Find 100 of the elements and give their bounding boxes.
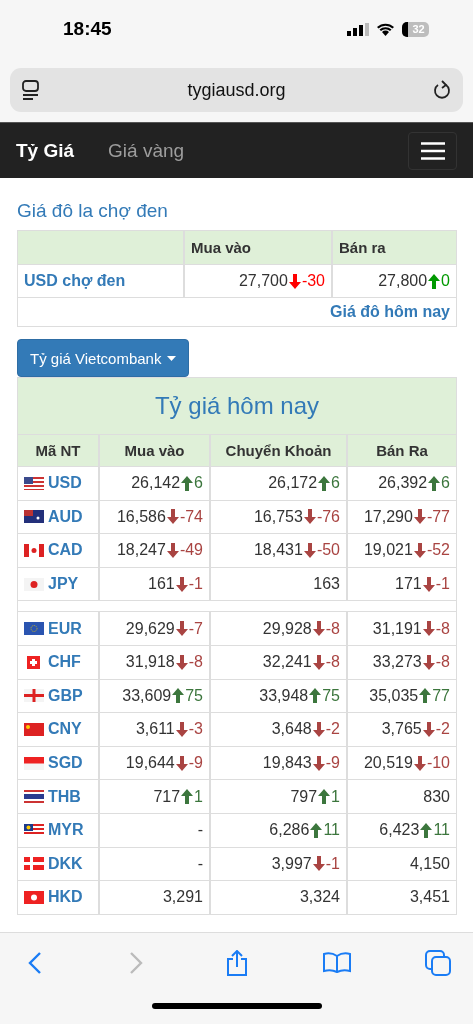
rate-change: -9 [188,754,203,773]
flag-icon [24,823,44,837]
rate-value: 32,241 [262,653,312,672]
rate-value: 16,586 [116,507,166,526]
rate-change: -2 [325,720,340,739]
rate-change: -30 [301,272,325,290]
rate-value: 26,392 [378,474,428,493]
table-title: Tỷ giá hôm nay [154,392,320,420]
currency-code[interactable]: MYR [48,821,84,840]
rate-change: -2 [435,720,450,739]
currency-code[interactable]: DKK [48,854,83,873]
rate-value: 19,021 [363,541,413,560]
reload-icon[interactable] [433,80,451,100]
currency-code[interactable]: CHF [48,653,81,672]
currency-code[interactable]: SGD [48,754,83,773]
rate-value: 35,035 [369,686,419,705]
rate-value: 20,519 [363,754,413,773]
rate-value: 161 [148,575,175,594]
address-bar[interactable]: tygiausd.org [10,68,463,112]
flag-icon [24,857,44,871]
rate-value: 33,273 [372,653,422,672]
rate-value: 3,451 [409,888,450,907]
rate-change: 6 [194,474,203,493]
rate-value: 33,609 [122,686,172,705]
rate-change: -10 [426,754,450,773]
rate-value: 3,765 [381,720,422,739]
nav-tab[interactable]: Giá vàng [108,139,185,162]
tabs-button[interactable] [423,947,453,979]
flag-icon [24,890,44,904]
rate-value: 6,423 [379,821,420,840]
bank-dropdown-button[interactable]: Tỷ giá Vietcombank [17,339,190,377]
rate-change: -8 [188,653,203,672]
currency-code[interactable]: GBP [48,686,83,705]
rate-value: 6,286 [269,821,310,840]
flag-icon [24,756,44,770]
rate-change: 75 [185,686,203,705]
rate-value: 171 [395,575,422,594]
rate-change: -8 [325,619,340,638]
caret-icon [167,355,177,361]
rate-value: 31,918 [125,653,175,672]
flag-icon [24,689,44,703]
currency-code[interactable]: JPY [48,575,79,594]
flag-icon [24,544,44,557]
currency-code[interactable]: EUR [48,619,82,638]
reader-icon [22,80,40,100]
currency-code[interactable]: AUD [48,507,83,526]
rate-change: 6 [441,474,450,493]
rate-value: 19,644 [125,754,175,773]
rate-value: 3,997 [271,854,312,873]
rate-value: 26,172 [268,474,318,493]
section-title: Giá đô la chợ đen [17,200,169,222]
rate-value: 27,800 [378,272,428,290]
url-text: tygiausd.org [187,79,286,101]
rate-value: 830 [423,787,450,806]
currency-code[interactable]: CAD [48,541,83,560]
rate-change: -1 [435,575,450,594]
column-header: Bán Ra [376,442,428,459]
wifi-icon [376,22,395,36]
rate-value: 3,324 [299,888,340,907]
currency-code[interactable]: HKD [48,888,83,907]
tabs-icon [425,950,451,976]
status-time: 18:45 [63,18,112,40]
rate-change: -3 [188,720,203,739]
rate-value: 18,247 [116,541,166,560]
rate-change: -8 [325,653,340,672]
flag-icon [24,722,44,736]
rate-value: - [197,854,203,873]
back-icon [28,951,42,975]
share-icon [225,950,248,976]
currency-code[interactable]: THB [48,787,81,806]
forward-icon [128,951,143,975]
rate-value: 33,948 [259,686,309,705]
rate-change: -49 [179,541,203,560]
flag-icon [24,622,44,636]
today-rate-link[interactable]: Giá đô hôm nay [330,303,450,321]
rate-change: 1 [194,787,203,806]
rate-value: 163 [313,575,340,594]
rate-change: -1 [188,575,203,594]
rate-change: 6 [331,474,340,493]
rate-change: -9 [325,754,340,773]
market-rate-link[interactable]: USD chợ đen [24,272,126,290]
rate-value: 3,611 [135,720,175,739]
rate-value: 26,142 [131,474,181,493]
rate-value: - [197,821,203,840]
nav-tab[interactable]: Tỷ Giá [16,139,75,162]
flag-icon [24,790,44,804]
column-header: Bán ra [339,239,386,256]
rate-value: 797 [290,787,318,806]
rate-change: 77 [432,686,450,705]
rate-value: 31,191 [372,619,422,638]
column-header: Chuyển Khoản [225,442,332,459]
rate-value: 29,928 [262,619,312,638]
rate-value: 18,431 [253,541,303,560]
rate-change: -52 [426,541,450,560]
currency-code[interactable]: CNY [48,720,82,739]
rate-change: 11 [433,821,450,840]
flag-icon [24,577,44,591]
currency-code[interactable]: USD [48,474,82,493]
menu-button[interactable] [408,131,457,170]
rate-change: 75 [322,686,340,705]
